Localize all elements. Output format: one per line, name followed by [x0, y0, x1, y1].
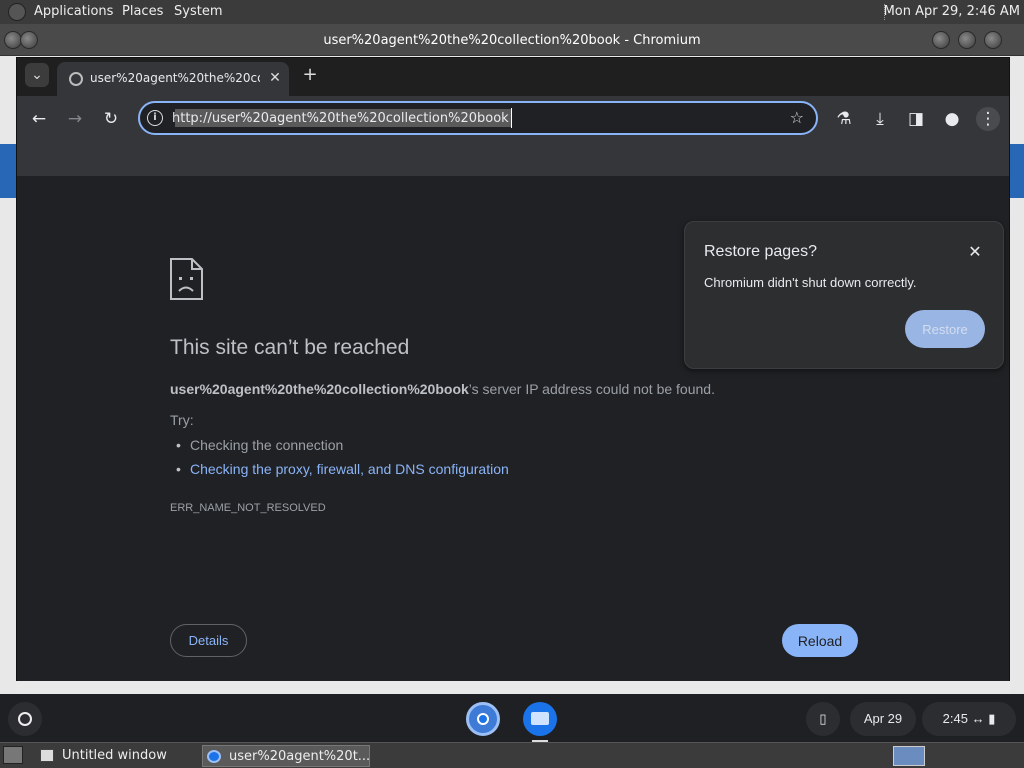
shelf-time: 2:45 — [942, 711, 968, 726]
globe-icon — [69, 72, 83, 86]
minimize-icon[interactable] — [932, 31, 950, 49]
top-panel: Applications Places System Mon Apr 29, 2… — [0, 0, 1024, 24]
taskbar-item-label: Untitled window — [62, 748, 167, 763]
reload-button[interactable]: Reload — [782, 624, 858, 657]
panel-clock[interactable]: Mon Apr 29, 2:46 AM — [884, 4, 1020, 19]
forward-icon[interactable]: → — [63, 107, 87, 131]
text-cursor — [511, 108, 513, 128]
maximize-icon[interactable] — [958, 31, 976, 49]
window-icon — [40, 749, 54, 762]
phone-hub-icon[interactable]: ▯ — [806, 702, 840, 736]
tab-strip: ⌄ user%20agent%20the%20collection%20book… — [17, 58, 1009, 96]
labs-flask-icon[interactable]: ⚗ — [832, 107, 856, 131]
desktop-background-right — [1010, 24, 1024, 694]
error-description: user%20agent%20the%20collection%20book’s… — [170, 381, 715, 397]
close-icon[interactable]: ✕ — [965, 242, 985, 262]
back-icon[interactable]: ← — [27, 107, 51, 131]
bottom-taskbar: Untitled window user%20agent%20t... — [0, 742, 1024, 768]
show-desktop-icon[interactable] — [3, 746, 23, 764]
restore-popup-message: Chromium didn't shut down correctly. — [704, 275, 917, 290]
launcher-button[interactable] — [8, 702, 42, 736]
error-code: ERR_NAME_NOT_RESOLVED — [170, 502, 326, 514]
network-icon: ↔ — [971, 711, 989, 726]
taskbar-item-label: user%20agent%20t... — [229, 749, 370, 764]
shelf-date[interactable]: Apr 29 — [850, 702, 916, 736]
restore-button[interactable]: Restore — [905, 310, 985, 348]
url-input[interactable] — [172, 107, 772, 129]
battery-icon: ▮ — [988, 711, 996, 726]
suggestion-link-proxy[interactable]: • Checking the proxy, firewall, and DNS c… — [176, 461, 509, 477]
chevron-down-icon: ⌄ — [31, 67, 43, 83]
reload-icon[interactable]: ↻ — [99, 107, 123, 131]
suggestion-item: • Checking the connection — [176, 437, 344, 453]
window-titlebar[interactable]: user%20agent%20the%20collection%20book -… — [0, 24, 1024, 56]
profile-icon[interactable]: ● — [940, 107, 964, 131]
tab-title: user%20agent%20the%20collection%20book — [90, 71, 260, 85]
sad-document-icon — [170, 258, 203, 300]
restore-pages-popup: Restore pages? ✕ Chromium didn't shut do… — [684, 221, 1004, 369]
window-title: user%20agent%20the%20collection%20book -… — [323, 33, 701, 48]
chromium-window: ⌄ user%20agent%20the%20collection%20book… — [16, 57, 1010, 681]
try-label: Try: — [170, 412, 194, 428]
close-window-icon[interactable] — [984, 31, 1002, 49]
error-desc-suffix: ’s server IP address could not be found. — [468, 381, 715, 397]
restore-popup-title: Restore pages? — [704, 243, 817, 260]
applications-menu[interactable]: Applications — [34, 4, 113, 19]
details-button[interactable]: Details — [170, 624, 247, 657]
error-page: This site can’t be reached user%20agent%… — [17, 142, 1009, 681]
new-tab-button[interactable]: + — [299, 65, 321, 87]
tab-active[interactable]: user%20agent%20the%20collection%20book ✕ — [57, 62, 289, 96]
status-area[interactable]: 2:45 ↔ ▮ — [922, 702, 1016, 736]
files-app-icon[interactable] — [523, 702, 557, 742]
system-menu[interactable]: System — [174, 4, 222, 19]
taskbar-item-untitled[interactable]: Untitled window — [36, 745, 196, 767]
site-info-icon[interactable]: i — [147, 110, 163, 126]
tab-search-button[interactable]: ⌄ — [25, 63, 49, 87]
bookmark-star-icon[interactable]: ☆ — [790, 108, 804, 127]
places-menu[interactable]: Places — [122, 4, 163, 19]
browser-toolbar: ← → ↻ i ☆ ⚗ ⤓ ◨ ● ⋮ — [17, 96, 1009, 142]
chromium-icon — [207, 750, 221, 763]
workspace-switcher[interactable] — [893, 746, 925, 766]
gnome-foot-icon[interactable] — [8, 3, 26, 21]
error-title: This site can’t be reached — [170, 336, 410, 359]
address-bar[interactable]: i ☆ — [138, 101, 818, 135]
chromium-app-icon[interactable] — [466, 702, 500, 745]
bookmark-bar — [17, 142, 1009, 176]
side-panel-icon[interactable]: ◨ — [904, 107, 928, 131]
error-host: user%20agent%20the%20collection%20book — [170, 381, 469, 397]
desktop-background-left — [0, 24, 16, 694]
taskbar-item-chromium[interactable]: user%20agent%20t... — [202, 745, 370, 767]
download-icon[interactable]: ⤓ — [868, 107, 892, 131]
tab-close-icon[interactable]: ✕ — [265, 68, 285, 88]
shelf: ▯ Apr 29 2:45 ↔ ▮ — [0, 694, 1024, 745]
menu-kebab-icon[interactable]: ⋮ — [976, 107, 1000, 131]
